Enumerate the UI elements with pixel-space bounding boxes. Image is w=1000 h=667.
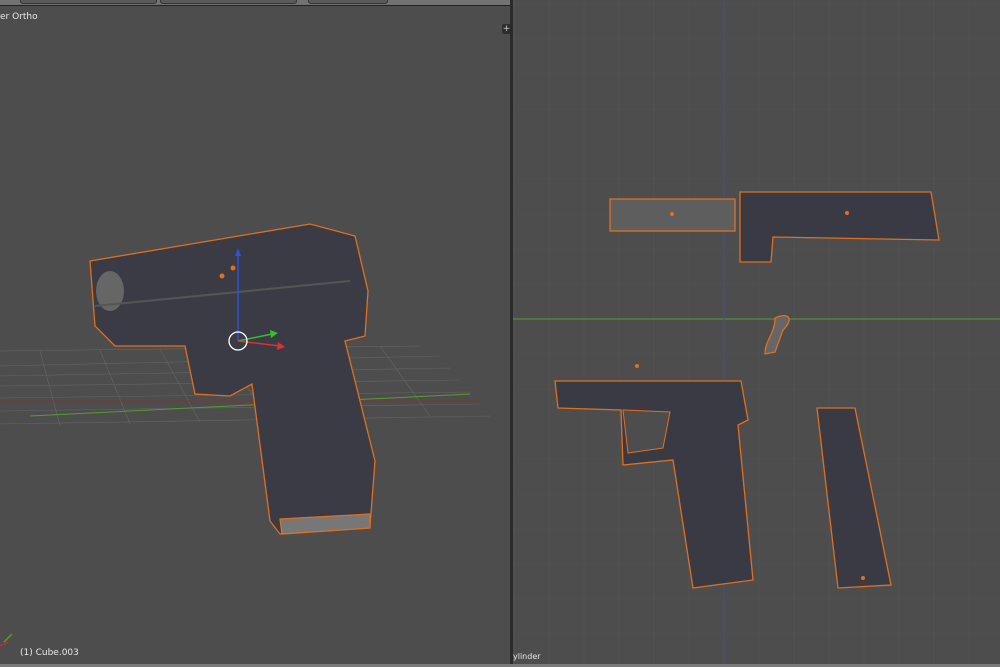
view-name-label: er Ortho — [0, 12, 38, 22]
magazine-part — [816, 407, 892, 589]
parts — [554, 191, 940, 589]
slide-part — [739, 191, 940, 263]
left-3d-viewport[interactable]: er Ortho (1) Cube.003 — [0, 6, 510, 664]
origin-dot — [219, 273, 225, 279]
object-info-label: ylinder — [513, 652, 541, 661]
pistol-mesh — [89, 223, 376, 535]
header-field[interactable] — [308, 0, 388, 4]
object-info-label: (1) Cube.003 — [20, 648, 79, 658]
header-field[interactable] — [160, 0, 297, 4]
grid — [513, 0, 1000, 667]
origin-dot — [230, 265, 236, 271]
right-ortho-viewport[interactable]: ylinder — [513, 0, 1000, 667]
ortho-scene — [513, 0, 1000, 667]
trigger-part — [764, 315, 790, 355]
axis-widget-icon — [0, 633, 13, 647]
header-field[interactable] — [20, 0, 157, 4]
perspective-scene — [0, 223, 491, 647]
